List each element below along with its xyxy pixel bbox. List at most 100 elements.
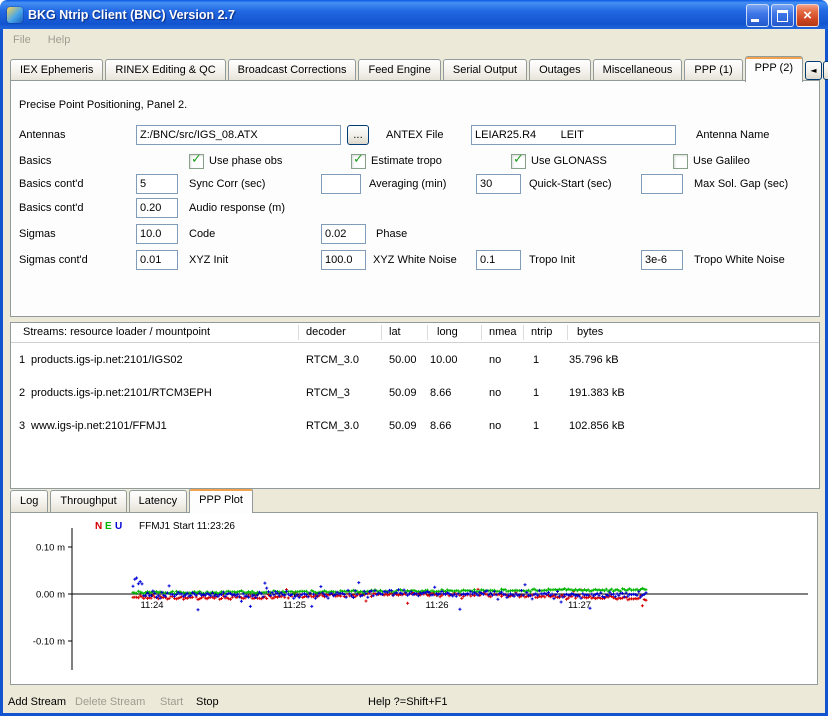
tab-ppp-2[interactable]: PPP (2) xyxy=(745,56,803,82)
minimize-icon xyxy=(751,19,759,22)
svg-text:11:27: 11:27 xyxy=(568,600,591,611)
maximize-button[interactable] xyxy=(771,4,794,27)
browse-button[interactable]: ... xyxy=(347,125,369,145)
max-sol-gap-input[interactable] xyxy=(641,174,683,194)
sync-corr-label: Sync Corr (sec) xyxy=(189,174,265,194)
menu-help[interactable]: Help xyxy=(46,32,73,48)
sigma-code-label: Code xyxy=(189,224,215,244)
tab-throughput[interactable]: Throughput xyxy=(50,490,126,512)
antenna-name-input[interactable] xyxy=(471,125,676,145)
svg-text:11:24: 11:24 xyxy=(140,600,163,611)
svg-text:E: E xyxy=(105,521,112,532)
xyz-init-input[interactable] xyxy=(136,250,178,270)
cell-mountpoint: www.igs-ip.net:2101/FFMJ1 xyxy=(31,410,167,443)
basics3-row-label: Basics cont'd xyxy=(19,198,83,218)
xyz-init-label: XYZ Init xyxy=(189,250,228,270)
tropo-white-noise-label: Tropo White Noise xyxy=(694,250,785,270)
tab-scroll-right-icon[interactable]: ► xyxy=(823,61,828,80)
cell-nmea: no xyxy=(489,410,501,443)
start-button[interactable]: Start xyxy=(160,694,183,710)
menu-file[interactable]: File xyxy=(11,32,33,48)
audio-response-input[interactable] xyxy=(136,198,178,218)
svg-text:-0.10 m: -0.10 m xyxy=(33,637,65,648)
estimate-tropo-checkbox[interactable]: Estimate tropo xyxy=(351,151,442,171)
delete-stream-button[interactable]: Delete Stream xyxy=(75,694,145,710)
xyz-white-noise-input[interactable] xyxy=(321,250,366,270)
use-galileo-label: Use Galileo xyxy=(693,155,750,167)
use-phase-obs-checkbox[interactable]: Use phase obs xyxy=(189,151,282,171)
tropo-white-noise-input[interactable] xyxy=(641,250,683,270)
minimize-button[interactable] xyxy=(746,4,769,27)
tab-iex-ephemeris[interactable]: IEX Ephemeris xyxy=(10,59,103,81)
cell-long: 8.66 xyxy=(430,410,451,443)
quick-start-input[interactable] xyxy=(476,174,521,194)
svg-text:11:26: 11:26 xyxy=(425,600,448,611)
menubar: File Help xyxy=(3,29,825,51)
antenna-name-label: Antenna Name xyxy=(696,125,769,145)
table-row[interactable]: 1 products.igs-ip.net:2101/IGS02 RTCM_3.… xyxy=(11,344,819,377)
max-sol-gap-label: Max Sol. Gap (sec) xyxy=(694,174,788,194)
maximize-icon xyxy=(777,10,788,22)
sigmas2-row-label: Sigmas cont'd xyxy=(19,250,88,270)
add-stream-button[interactable]: Add Stream xyxy=(8,694,66,710)
sync-corr-input[interactable] xyxy=(136,174,178,194)
stop-button[interactable]: Stop xyxy=(196,694,219,710)
cell-bytes: 35.796 kB xyxy=(569,344,619,377)
cell-nmea: no xyxy=(489,377,501,410)
titlebar[interactable]: BKG Ntrip Client (BNC) Version 2.7 × xyxy=(0,0,828,29)
averaging-label: Averaging (min) xyxy=(369,174,446,194)
tab-latency[interactable]: Latency xyxy=(129,490,188,512)
tab-feed-engine[interactable]: Feed Engine xyxy=(358,59,440,81)
header-nmea: nmea xyxy=(489,323,517,342)
tab-scroll-left-icon[interactable]: ◄ xyxy=(805,61,822,80)
cell-lat: 50.09 xyxy=(389,377,417,410)
use-glonass-checkbox[interactable]: Use GLONASS xyxy=(511,151,607,171)
tab-log[interactable]: Log xyxy=(10,490,48,512)
tab-outages[interactable]: Outages xyxy=(529,59,591,81)
svg-text:N: N xyxy=(95,521,102,532)
cell-nmea: no xyxy=(489,344,501,377)
status-bar: Add Stream Delete Stream Start Stop Help… xyxy=(0,692,828,712)
averaging-input[interactable] xyxy=(321,174,361,194)
antennas-row-label: Antennas xyxy=(19,125,65,145)
checkbox-icon xyxy=(511,154,526,169)
streams-table: Streams: resource loader / mountpoint de… xyxy=(10,322,820,489)
svg-text:11:25: 11:25 xyxy=(283,600,306,611)
main-tab-bar: IEX Ephemeris RINEX Editing & QC Broadca… xyxy=(10,57,818,81)
cell-ntrip: 1 xyxy=(533,344,539,377)
close-button[interactable]: × xyxy=(796,4,819,27)
tropo-init-input[interactable] xyxy=(476,250,521,270)
row-number: 1 xyxy=(19,344,25,377)
cell-mountpoint: products.igs-ip.net:2101/RTCM3EPH xyxy=(31,377,212,410)
tab-rinex-editing-qc[interactable]: RINEX Editing & QC xyxy=(105,59,225,81)
ppp-plot-panel: 0.10 m0.00 m-0.10 m11:2411:2511:2611:27N… xyxy=(10,512,818,685)
tab-ppp-1[interactable]: PPP (1) xyxy=(684,59,742,81)
header-lat: lat xyxy=(389,323,401,342)
help-hint: Help ?=Shift+F1 xyxy=(368,694,448,710)
tab-serial-output[interactable]: Serial Output xyxy=(443,59,527,81)
checkbox-icon xyxy=(673,154,688,169)
tropo-init-label: Tropo Init xyxy=(529,250,575,270)
use-galileo-checkbox[interactable]: Use Galileo xyxy=(673,151,750,171)
sigma-code-input[interactable] xyxy=(136,224,178,244)
tab-broadcast-corrections[interactable]: Broadcast Corrections xyxy=(228,59,357,81)
tab-ppp-plot[interactable]: PPP Plot xyxy=(189,488,253,513)
use-glonass-label: Use GLONASS xyxy=(531,155,607,167)
row-number: 2 xyxy=(19,377,25,410)
header-long: long xyxy=(437,323,458,342)
sigma-phase-label: Phase xyxy=(376,224,407,244)
sigmas-row-label: Sigmas xyxy=(19,224,56,244)
table-row[interactable]: 2 products.igs-ip.net:2101/RTCM3EPH RTCM… xyxy=(11,377,819,410)
ppp-panel: Precise Point Positioning, Panel 2. Ante… xyxy=(10,80,820,317)
antex-file-input[interactable] xyxy=(136,125,341,145)
header-ntrip: ntrip xyxy=(531,323,552,342)
window: BKG Ntrip Client (BNC) Version 2.7 × Fil… xyxy=(0,0,828,716)
tab-miscellaneous[interactable]: Miscellaneous xyxy=(593,59,683,81)
panel-caption: Precise Point Positioning, Panel 2. xyxy=(19,95,187,115)
cell-ntrip: 1 xyxy=(533,377,539,410)
cell-lat: 50.09 xyxy=(389,410,417,443)
ppp-plot-canvas: 0.10 m0.00 m-0.10 m11:2411:2511:2611:27N… xyxy=(11,513,817,684)
basics-row-label: Basics xyxy=(19,151,51,171)
sigma-phase-input[interactable] xyxy=(321,224,366,244)
table-row[interactable]: 3 www.igs-ip.net:2101/FFMJ1 RTCM_3.0 50.… xyxy=(11,410,819,443)
